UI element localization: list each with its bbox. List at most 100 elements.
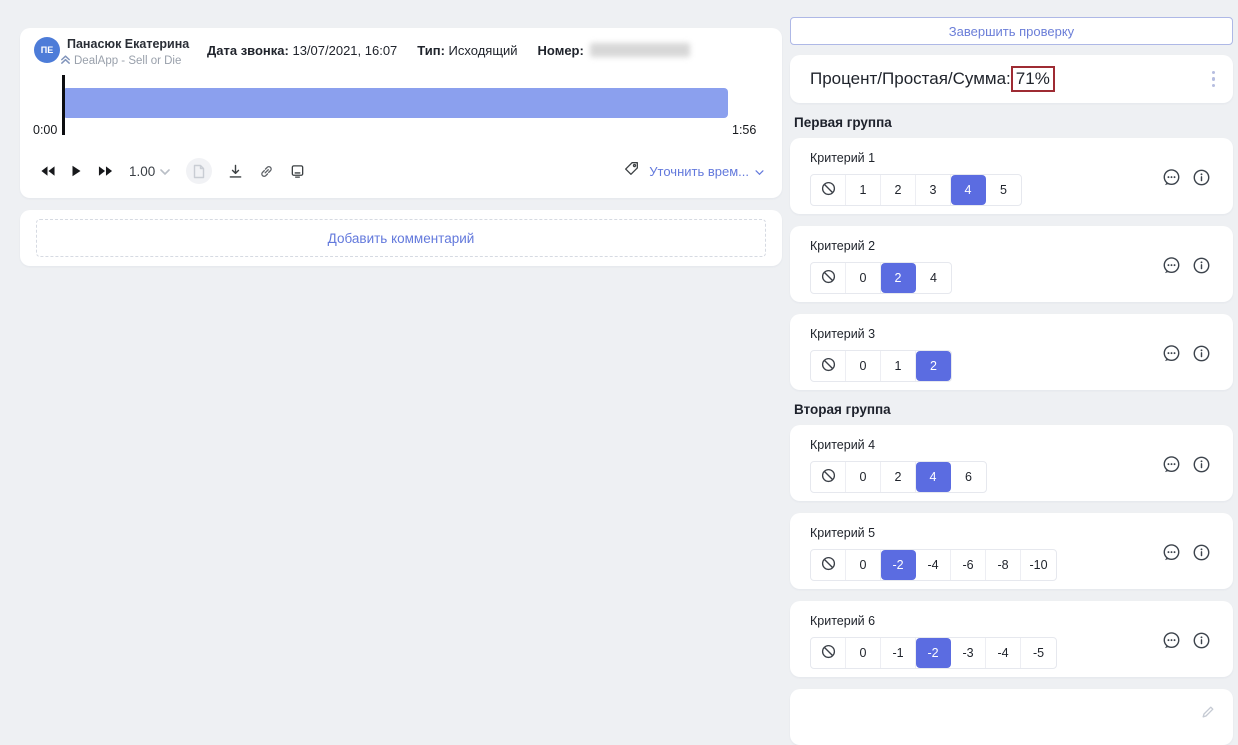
criterion-info-button[interactable]	[1192, 344, 1211, 366]
score-option-4[interactable]: 4	[916, 263, 951, 293]
score-option-2[interactable]: 2	[881, 263, 916, 293]
criterion-name: Критерий 5	[810, 526, 1233, 540]
score-option--6[interactable]: -6	[951, 550, 986, 580]
ban-icon	[821, 468, 836, 486]
criterion-info-button[interactable]	[1192, 631, 1211, 653]
score-options: 0-2-4-6-8-10	[810, 549, 1057, 581]
criterion-card: Критерий 3 012	[790, 314, 1233, 390]
criterion-info-button[interactable]	[1192, 543, 1211, 565]
group-criteria: Критерий 1 12345	[790, 138, 1233, 390]
finish-review-button[interactable]: Завершить проверку	[790, 17, 1233, 45]
score-option--2[interactable]: -2	[916, 638, 951, 668]
score-option--4[interactable]: -4	[986, 638, 1021, 668]
score-option-4[interactable]: 4	[951, 175, 986, 205]
ban-option-button[interactable]	[811, 351, 846, 381]
comment-bubble-icon	[1162, 168, 1181, 190]
score-options: 12345	[810, 174, 1022, 206]
call-date: Дата звонка: 13/07/2021, 16:07	[207, 43, 397, 58]
ban-option-button[interactable]	[811, 175, 846, 205]
rewind-button[interactable]	[40, 165, 55, 177]
score-option-0[interactable]: 0	[846, 638, 881, 668]
criteria-group: Первая группа Критерий 1 12345	[790, 115, 1233, 390]
agent-name: Панасюк Екатерина	[67, 37, 185, 51]
criterion-name: Критерий 4	[810, 438, 1233, 452]
monitor-button[interactable]	[290, 164, 305, 179]
score-options: 0-1-2-3-4-5	[810, 637, 1057, 669]
kebab-menu-button[interactable]	[1206, 65, 1222, 94]
ban-icon	[821, 269, 836, 287]
group-title: Вторая группа	[794, 402, 1233, 417]
score-option-0[interactable]: 0	[846, 462, 881, 492]
clarify-time-dropdown[interactable]: Уточнить врем...	[649, 164, 764, 179]
review-comment-textarea[interactable]	[790, 689, 1233, 745]
ban-icon	[821, 556, 836, 574]
agent-info: Панасюк Екатерина DealApp - Sell or Die	[67, 37, 185, 70]
time-current: 0:00	[33, 123, 57, 137]
score-option--3[interactable]: -3	[951, 638, 986, 668]
score-option-4[interactable]: 4	[916, 462, 951, 492]
transcript-file-button[interactable]	[186, 158, 212, 184]
score-option-2[interactable]: 2	[916, 351, 951, 381]
criterion-comment-button[interactable]	[1162, 631, 1181, 653]
criterion-comment-button[interactable]	[1162, 256, 1181, 278]
group-title: Первая группа	[794, 115, 1233, 130]
score-options: 024	[810, 262, 952, 294]
score-option-1[interactable]: 1	[846, 175, 881, 205]
add-comment-button[interactable]: Добавить комментарий	[36, 219, 766, 257]
score-option--1[interactable]: -1	[881, 638, 916, 668]
criterion-info-button[interactable]	[1192, 256, 1211, 278]
score-option--5[interactable]: -5	[1021, 638, 1056, 668]
score-option-0[interactable]: 0	[846, 351, 881, 381]
comment-bubble-icon	[1162, 455, 1181, 477]
group-criteria: Критерий 4 0246	[790, 425, 1233, 677]
info-icon	[1192, 344, 1211, 366]
ban-option-button[interactable]	[811, 462, 846, 492]
score-option-2[interactable]: 2	[881, 462, 916, 492]
criterion-comment-button[interactable]	[1162, 168, 1181, 190]
chevron-down-icon	[160, 164, 170, 179]
criterion-comment-button[interactable]	[1162, 543, 1181, 565]
comment-bubble-icon	[1162, 631, 1181, 653]
score-option-6[interactable]: 6	[951, 462, 986, 492]
play-button[interactable]	[71, 165, 82, 177]
score-option-0[interactable]: 0	[846, 550, 881, 580]
score-options: 0246	[810, 461, 987, 493]
call-header: ПЕ Панасюк Екатерина DealApp - Sell or D…	[34, 37, 768, 70]
criterion-name: Критерий 3	[810, 327, 1233, 341]
score-option--2[interactable]: -2	[881, 550, 916, 580]
score-option--8[interactable]: -8	[986, 550, 1021, 580]
time-total: 1:56	[732, 123, 756, 137]
score-option-1[interactable]: 1	[881, 351, 916, 381]
download-button[interactable]	[228, 164, 243, 179]
score-option-2[interactable]: 2	[881, 175, 916, 205]
chevron-down-icon	[755, 164, 764, 179]
playback-speed-select[interactable]: 1.00	[129, 164, 170, 179]
checklist-panel: Завершить проверку Процент/Простая/Сумма…	[790, 0, 1233, 745]
score-option-0[interactable]: 0	[846, 263, 881, 293]
score-option--4[interactable]: -4	[916, 550, 951, 580]
score-option-3[interactable]: 3	[916, 175, 951, 205]
criterion-comment-button[interactable]	[1162, 455, 1181, 477]
ban-option-button[interactable]	[811, 550, 846, 580]
score-card: Процент/Простая/Сумма: 71%	[790, 55, 1233, 103]
score-option--10[interactable]: -10	[1021, 550, 1056, 580]
criterion-info-button[interactable]	[1192, 455, 1211, 477]
criterion-info-button[interactable]	[1192, 168, 1211, 190]
comment-bubble-icon	[1162, 256, 1181, 278]
audio-progress-bar[interactable]	[65, 88, 728, 118]
call-type: Тип: Исходящий	[417, 43, 517, 58]
criteria-groups: Первая группа Критерий 1 12345	[790, 115, 1233, 677]
team-name: DealApp - Sell or Die	[74, 55, 181, 67]
score-option-5[interactable]: 5	[986, 175, 1021, 205]
fast-forward-button[interactable]	[98, 165, 113, 177]
ban-icon	[821, 181, 836, 199]
info-icon	[1192, 256, 1211, 278]
criterion-name: Критерий 6	[810, 614, 1233, 628]
comment-bubble-icon	[1162, 344, 1181, 366]
comment-section-card: Добавить комментарий	[20, 210, 782, 266]
ban-option-button[interactable]	[811, 638, 846, 668]
info-icon	[1192, 168, 1211, 190]
ban-option-button[interactable]	[811, 263, 846, 293]
criterion-comment-button[interactable]	[1162, 344, 1181, 366]
link-button[interactable]	[259, 164, 274, 179]
